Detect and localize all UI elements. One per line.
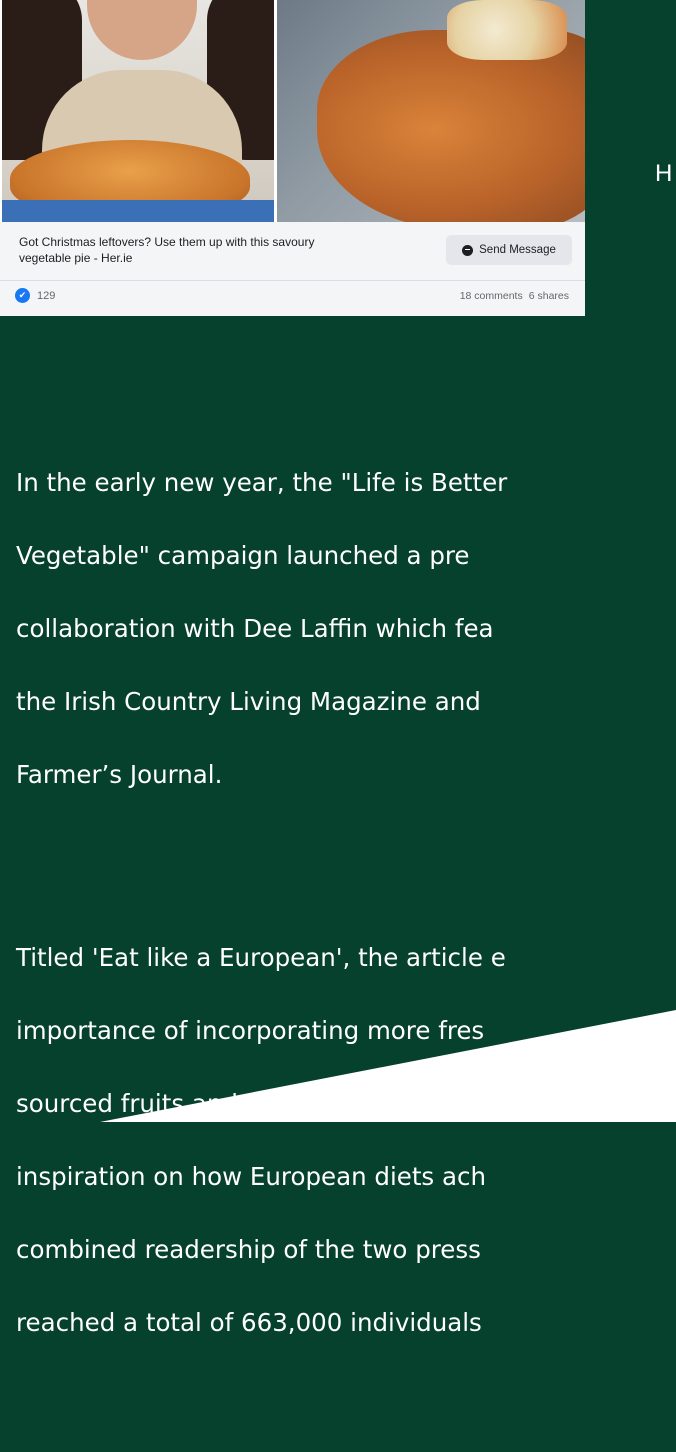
divider <box>0 280 585 281</box>
engagement-stats: 18 comments 6 shares <box>460 290 569 302</box>
send-message-button[interactable]: Send Message <box>446 235 572 265</box>
post-photo-woman-with-pie <box>2 0 274 222</box>
reactions[interactable]: ✔ 129 <box>15 288 55 303</box>
cropped-heading-text: H <box>655 160 673 187</box>
shares-count[interactable]: 6 shares <box>529 290 569 302</box>
post-headline-link[interactable]: Got Christmas leftovers? Use them up wit… <box>19 234 399 266</box>
paragraph-1: In the early new year, the "Life is Bett… <box>16 468 508 789</box>
like-thumb-icon: ✔ <box>15 288 30 303</box>
comments-count[interactable]: 18 comments <box>460 290 523 302</box>
facebook-post-card[interactable]: Got Christmas leftovers? Use them up wit… <box>0 0 585 316</box>
paragraph-2: Titled 'Eat like a European', the articl… <box>16 943 506 1337</box>
post-footer: Got Christmas leftovers? Use them up wit… <box>0 222 585 316</box>
like-count: 129 <box>37 289 56 302</box>
post-photo-pie-closeup <box>277 0 585 222</box>
article-body: In the early new year, the "Life is Bett… <box>16 392 676 1452</box>
messenger-icon <box>462 244 474 256</box>
